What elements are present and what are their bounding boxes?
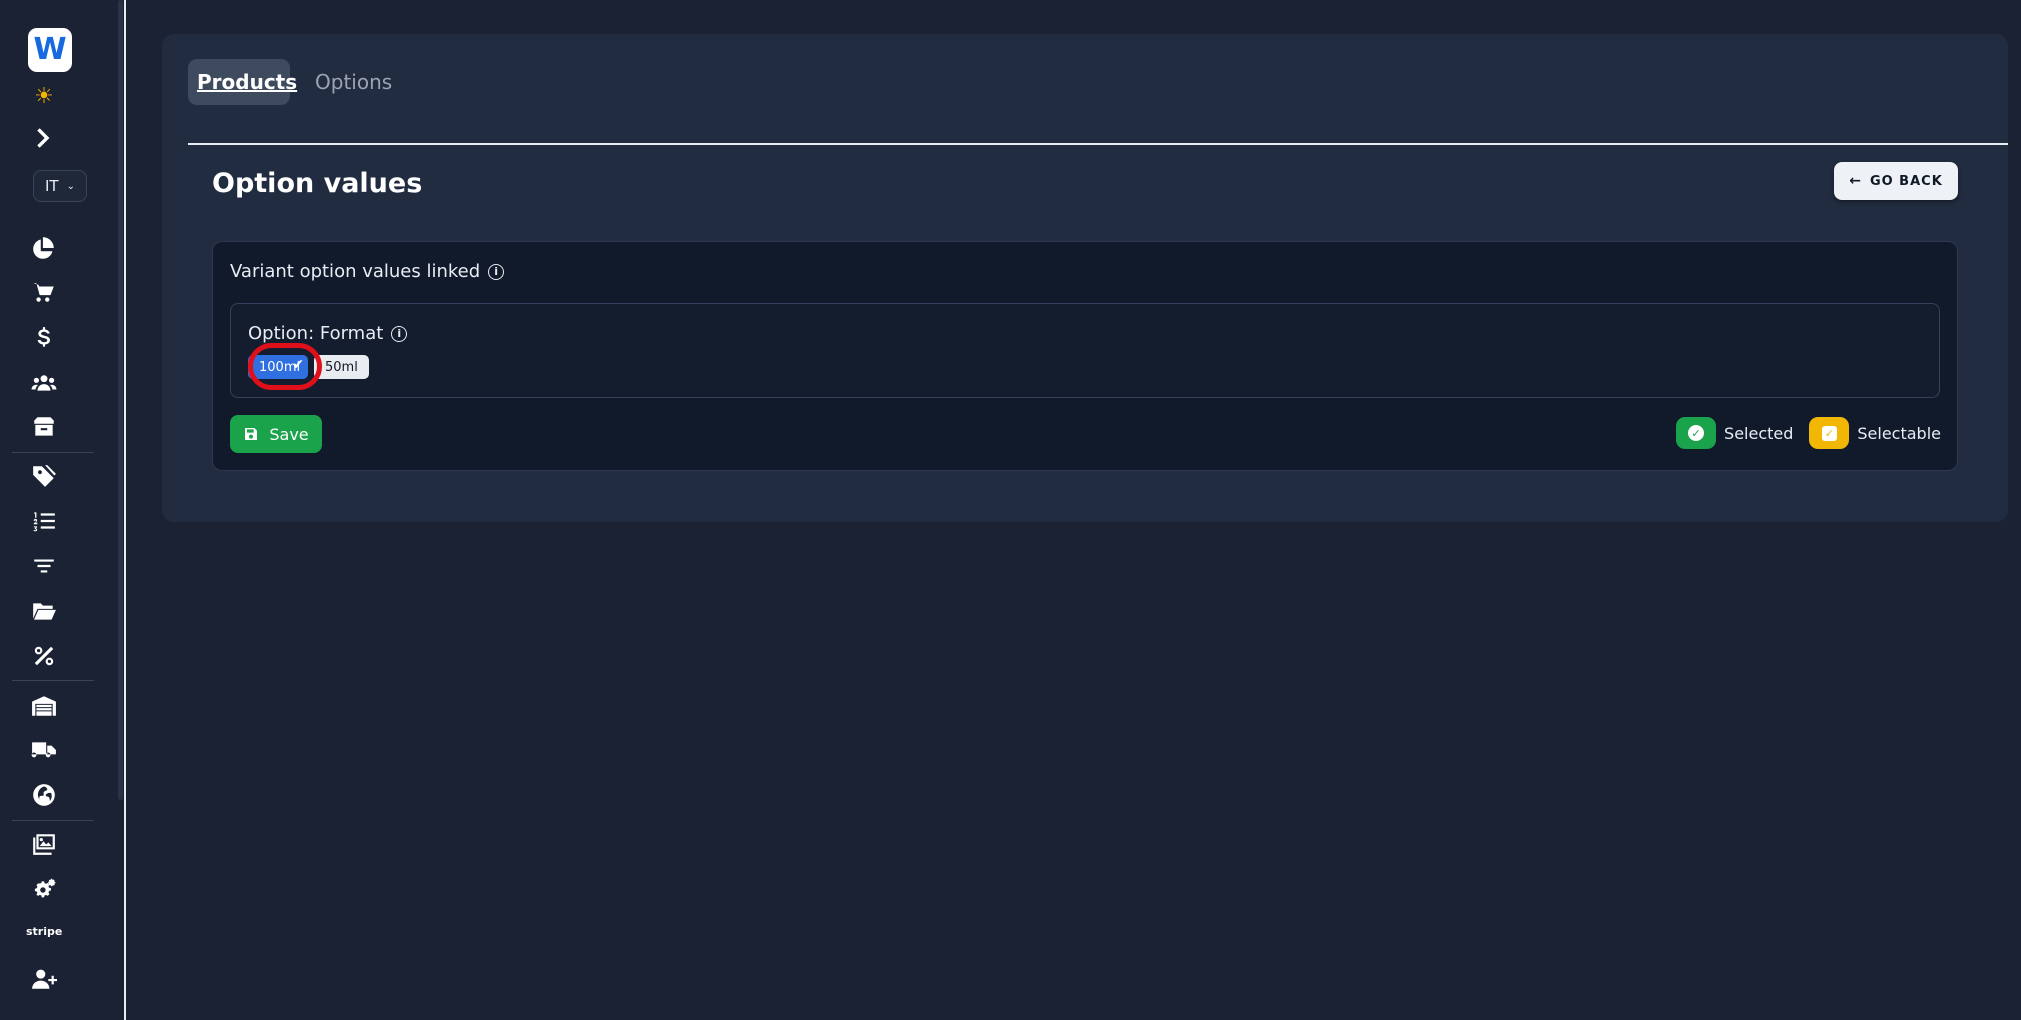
arrow-left-icon: ← — [1849, 173, 1862, 189]
option-value-chips: 100ml ✔ 50ml — [248, 355, 369, 379]
users-icon[interactable] — [26, 367, 62, 399]
legend-selected-label: Selected — [1724, 423, 1794, 443]
warehouse-icon[interactable] — [26, 690, 62, 722]
box-icon[interactable] — [26, 411, 62, 443]
truck-icon[interactable] — [26, 734, 62, 766]
percent-icon[interactable] — [26, 640, 62, 672]
sidebar-scrollbar[interactable] — [118, 0, 123, 800]
gears-icon[interactable] — [26, 874, 62, 906]
app-logo[interactable]: W — [28, 28, 72, 72]
tags-icon[interactable] — [26, 460, 62, 492]
logo-letter: W — [33, 32, 67, 67]
panel-title: Variant option values linked i — [230, 261, 505, 282]
check-icon: ✔ — [292, 357, 304, 373]
info-icon[interactable]: i — [488, 263, 505, 280]
sidebar-divider — [12, 680, 94, 681]
language-select[interactable]: IT ⌄ — [33, 170, 87, 202]
check-square-icon: ✓ — [1821, 425, 1837, 441]
variant-option-values-panel: Variant option values linked i Option: F… — [212, 241, 1958, 471]
globe-icon[interactable] — [26, 779, 62, 811]
sidebar: W ☀ IT ⌄ stripe — [0, 0, 126, 1020]
ordered-list-icon[interactable] — [26, 505, 62, 537]
option-label-text: Option: Format — [248, 323, 384, 344]
selectable-swatch: ✓ — [1809, 417, 1850, 449]
theme-toggle-sun-icon[interactable]: ☀ — [26, 80, 62, 112]
save-button[interactable]: Save — [230, 415, 322, 453]
option-format-box: Option: Format i 100ml ✔ 50ml — [230, 303, 1940, 398]
legend-selectable-label: Selectable — [1857, 423, 1941, 443]
language-value: IT — [45, 177, 59, 195]
cart-icon[interactable] — [26, 277, 62, 309]
expand-sidebar-chevron-icon[interactable] — [26, 122, 62, 154]
stripe-link[interactable]: stripe — [26, 925, 62, 938]
check-circle-icon: ✓ — [1688, 425, 1705, 441]
images-icon[interactable] — [26, 828, 62, 860]
option-label: Option: Format i — [248, 323, 408, 344]
tab-bar: Products Options — [188, 59, 2008, 145]
dollar-icon[interactable] — [26, 322, 62, 354]
filter-icon[interactable] — [26, 550, 62, 582]
chevron-down-icon: ⌄ — [66, 180, 75, 192]
dashboard-icon[interactable] — [26, 232, 62, 264]
sidebar-divider — [12, 452, 94, 453]
sidebar-divider — [12, 820, 94, 821]
selected-swatch: ✓ — [1676, 417, 1717, 449]
folder-icon[interactable] — [26, 595, 62, 627]
chip-label: 50ml — [325, 359, 358, 375]
page-title: Option values — [212, 168, 423, 199]
user-plus-icon[interactable] — [26, 963, 62, 995]
main-card: Products Options Option values ← GO BACK… — [162, 34, 2008, 522]
selection-legend: ✓ Selected ✓ Selectable — [1676, 417, 1941, 449]
option-value-chip-50ml[interactable]: 50ml — [314, 355, 369, 379]
go-back-button[interactable]: ← GO BACK — [1834, 162, 1958, 200]
floppy-disk-icon — [245, 428, 258, 440]
info-icon[interactable]: i — [391, 325, 408, 342]
save-label: Save — [269, 424, 309, 444]
panel-title-text: Variant option values linked — [230, 261, 481, 282]
tab-products[interactable]: Products — [188, 59, 297, 105]
go-back-label: GO BACK — [1869, 173, 1943, 189]
tab-options[interactable]: Options — [306, 59, 401, 105]
option-value-chip-100ml[interactable]: 100ml ✔ — [248, 355, 308, 379]
